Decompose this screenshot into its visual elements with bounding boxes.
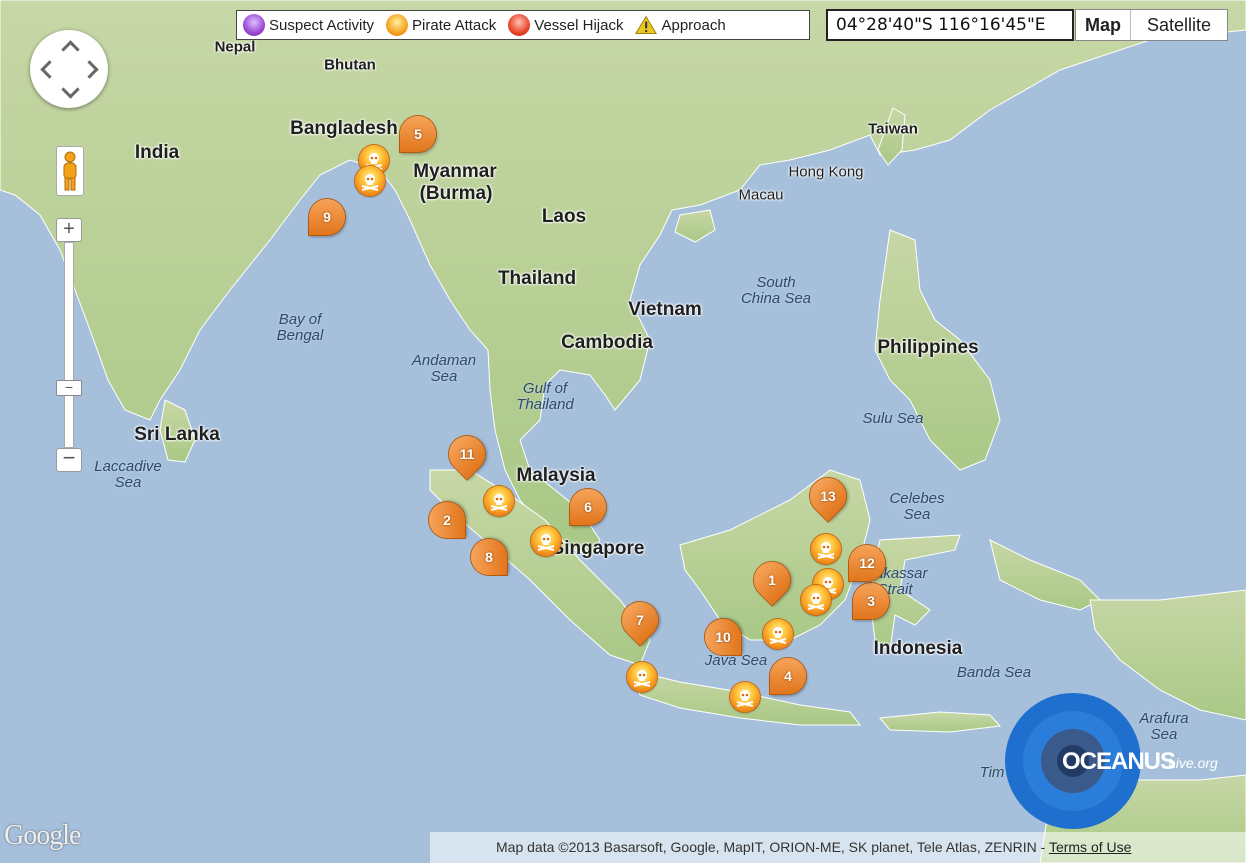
incident-pin-3[interactable]: 3 [853,583,889,619]
pan-left-icon[interactable] [40,60,59,79]
label-nepal: Nepal [214,38,256,56]
legend-pirate-attack[interactable]: Pirate Attack [386,14,496,36]
label-cambodia: Cambodia [561,332,653,353]
legend-approach[interactable]: Approach [635,14,726,36]
coordinate-readout: 04°28'40"S 116°16'45"E [826,9,1074,41]
label-sri-lanka: Sri Lanka [134,424,220,445]
label-laos: Laos [541,206,587,227]
legend-suspect-activity[interactable]: Suspect Activity [243,14,374,36]
zoom-in-button[interactable]: + [56,218,82,242]
legend-vessel-hijack[interactable]: Vessel Hijack [508,14,623,36]
attack-marker[interactable] [763,619,793,649]
terms-of-use-link[interactable]: Terms of Use [1049,839,1131,855]
google-logo[interactable]: Google [4,820,81,852]
warning-triangle-icon [635,15,658,34]
label-bay-of-bengal: Bay of Bengal [276,311,324,344]
label-vietnam: Vietnam [628,299,702,320]
incident-pin-7[interactable]: 7 [614,594,666,646]
attack-marker[interactable] [355,166,385,196]
label-andaman-sea: Andaman Sea [411,352,477,385]
purple-skull-icon [243,14,265,36]
incident-pin-11[interactable]: 11 [441,428,493,480]
pan-right-icon[interactable] [80,60,99,79]
incident-pin-8[interactable]: 8 [471,539,507,575]
label-myanmar: Myanmar [413,161,497,182]
incident-pin-5[interactable]: 5 [400,116,436,152]
label-timor-sea: Tim [979,764,1005,781]
incident-pin-4[interactable]: 4 [770,658,806,694]
incident-pin-12[interactable]: 12 [849,545,885,581]
label-celebes-sea: Celebes Sea [889,490,945,523]
pegman-icon [63,151,77,191]
attack-marker[interactable] [811,534,841,564]
skull-icon [633,670,651,687]
map-type-satellite-button[interactable]: Satellite [1131,10,1227,40]
label-thailand: Thailand [497,268,577,289]
attack-marker[interactable] [801,585,831,615]
label-taiwan: Taiwan [868,120,918,138]
map-attribution: Map data ©2013 Basarsoft, Google, MapIT,… [430,832,1246,863]
label-sulu-sea: Sulu Sea [862,410,924,427]
label-gulf-of-thailand: Gulf of Thailand [516,380,574,413]
incident-pin-6[interactable]: 6 [570,489,606,525]
label-laccadive-sea: Laccadive Sea [94,458,162,491]
label-indonesia: Indonesia [873,638,963,659]
incident-pin-13[interactable]: 13 [802,470,854,522]
skull-icon [490,494,508,511]
pan-down-icon[interactable] [61,80,80,99]
zoom-slider-thumb[interactable]: − [56,380,82,396]
skull-icon [736,690,754,707]
label-malaysia: Malaysia [516,465,596,486]
pan-control[interactable] [30,30,108,108]
attack-marker[interactable] [627,662,657,692]
map-legend: Suspect Activity Pirate Attack Vessel Hi… [236,10,810,40]
oceanus-logo-text: OCEANUS [1062,748,1176,775]
attack-marker[interactable] [484,486,514,516]
label-bangladesh: Bangladesh [290,118,398,139]
label-bhutan: Bhutan [324,56,376,74]
skull-icon [817,542,835,559]
label-india: India [134,142,180,163]
map-type-map-button[interactable]: Map [1076,10,1131,40]
red-skull-icon [508,14,531,36]
skull-icon [537,534,555,551]
skull-icon [361,174,379,191]
oceanus-logo-subtext: Live.org [1168,755,1218,771]
label-hong-kong: Hong Kong [788,163,864,181]
label-south-china-sea: South China Sea [740,274,812,307]
map-canvas[interactable]: India Bangladesh Myanmar (Burma) Nepal B… [0,0,1246,863]
incident-pin-2[interactable]: 2 [429,502,465,538]
label-java-sea: Java Sea [704,652,768,669]
label-macau: Macau [738,186,784,204]
incident-pin-1[interactable]: 1 [746,554,798,606]
label-arafura-sea: Arafura Sea [1139,710,1189,743]
label-burma: (Burma) [419,183,493,204]
zoom-out-button[interactable]: − [56,447,82,472]
zoom-slider-track[interactable] [64,242,74,448]
label-philippines: Philippines [877,337,979,358]
skull-icon [769,627,787,644]
label-banda-sea: Banda Sea [956,664,1032,681]
label-singapore: Singapore [551,538,645,559]
incident-pin-10[interactable]: 10 [705,619,741,655]
attack-marker[interactable] [531,526,561,556]
orange-skull-icon [386,14,409,36]
incident-pin-9[interactable]: 9 [309,199,345,235]
street-view-pegman[interactable] [56,146,84,196]
map-type-toggle: Map Satellite [1075,9,1229,41]
pan-up-icon[interactable] [61,40,80,59]
attack-marker[interactable] [730,682,760,712]
skull-icon [807,593,825,610]
